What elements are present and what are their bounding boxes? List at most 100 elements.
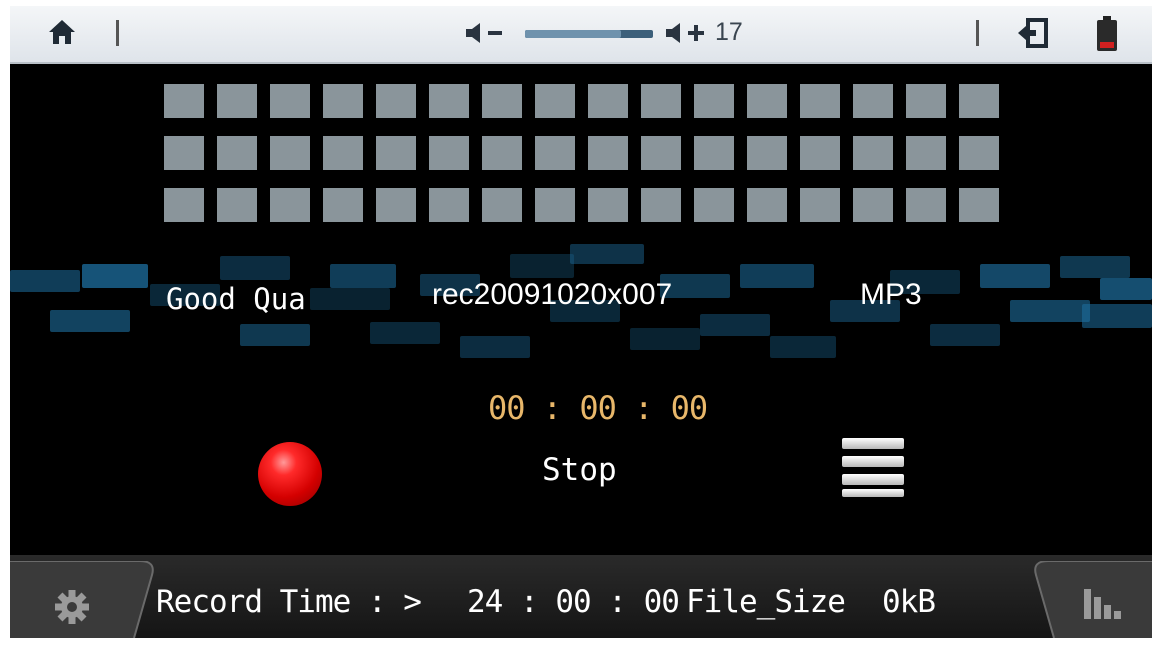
meter-cell — [270, 188, 310, 222]
decorative-tile — [570, 244, 644, 264]
meter-cell — [959, 188, 999, 222]
meter-cell — [906, 84, 946, 118]
stats-button[interactable] — [1022, 561, 1152, 638]
meter-cell — [800, 136, 840, 170]
meter-cell — [853, 136, 893, 170]
stop-button[interactable]: Stop — [542, 452, 617, 488]
decorative-tile — [460, 336, 530, 358]
decorative-tile — [700, 314, 770, 336]
meter-cell — [164, 136, 204, 170]
decorative-tile — [630, 328, 700, 350]
decorative-tile — [740, 264, 814, 288]
meter-cell — [217, 84, 257, 118]
meter-cell — [588, 84, 628, 118]
meter-cell — [906, 188, 946, 222]
menu-button[interactable] — [842, 438, 906, 502]
meter-cell — [747, 188, 787, 222]
status-separator — [976, 20, 979, 46]
decorative-tile — [1060, 256, 1130, 278]
meter-cell — [429, 84, 469, 118]
recorder-screen: 17 Good Qua rec20091020x007 MP3 00 : 00 … — [10, 6, 1152, 638]
volume-level: 17 — [715, 18, 743, 46]
decorative-tile — [1010, 300, 1090, 322]
meter-cell — [323, 84, 363, 118]
format-label[interactable]: MP3 — [860, 278, 922, 312]
meter-cell — [588, 188, 628, 222]
meter-cell — [641, 188, 681, 222]
meter-cell — [906, 136, 946, 170]
menu-icon-bar — [842, 489, 904, 497]
decorative-tile — [510, 254, 574, 278]
bottom-bar: Record Time : > 24 : 00 : 00 File_Size 0… — [10, 555, 1152, 638]
meter-cell — [747, 84, 787, 118]
decorative-tile — [980, 264, 1050, 288]
meter-cell — [376, 136, 416, 170]
meter-cell — [853, 84, 893, 118]
meter-cell — [429, 136, 469, 170]
decorative-tile — [1100, 278, 1152, 300]
meter-cell — [641, 84, 681, 118]
volume-slider-fill — [525, 30, 621, 38]
decorative-tile — [1082, 304, 1152, 328]
meter-cell — [535, 136, 575, 170]
meter-cell — [959, 84, 999, 118]
decorative-tile — [10, 270, 80, 292]
home-icon[interactable] — [47, 18, 77, 46]
settings-button[interactable] — [10, 561, 162, 638]
meter-cell — [323, 136, 363, 170]
decorative-tile — [240, 324, 310, 346]
meter-cell — [482, 84, 522, 118]
meter-cell — [800, 84, 840, 118]
quality-label[interactable]: Good Qua — [166, 282, 306, 316]
meter-cell — [429, 188, 469, 222]
decorative-tile — [82, 264, 148, 288]
meter-cell — [694, 84, 734, 118]
meter-cell — [482, 136, 522, 170]
file-name: rec20091020x007 — [432, 278, 673, 311]
volume-up-icon[interactable] — [662, 22, 714, 44]
meter-cell — [535, 188, 575, 222]
meter-cell — [641, 136, 681, 170]
level-meter — [164, 84, 1004, 224]
elapsed-timer: 00 : 00 : 00 — [488, 389, 708, 427]
file-size-value: 0kB — [882, 584, 936, 620]
meter-cell — [482, 188, 522, 222]
meter-cell — [164, 84, 204, 118]
meter-cell — [164, 188, 204, 222]
meter-cell — [270, 136, 310, 170]
decorative-tile — [50, 310, 130, 332]
status-bar: 17 — [10, 6, 1152, 64]
volume-slider[interactable] — [525, 30, 653, 38]
record-time-value: 24 : 00 : 00 — [467, 584, 680, 620]
meter-cell — [959, 136, 999, 170]
status-separator — [116, 20, 119, 46]
decorative-tile — [330, 264, 396, 288]
meter-cell — [535, 84, 575, 118]
volume-down-icon[interactable] — [462, 22, 508, 44]
menu-icon-bar — [842, 438, 904, 449]
meter-cell — [270, 84, 310, 118]
meter-cell — [747, 136, 787, 170]
decorative-tile — [220, 256, 290, 280]
meter-cell — [588, 136, 628, 170]
file-size-label: File_Size — [686, 584, 846, 620]
record-button[interactable] — [258, 442, 322, 506]
gear-icon — [55, 590, 89, 624]
meter-cell — [376, 84, 416, 118]
meter-cell — [694, 136, 734, 170]
meter-cell — [853, 188, 893, 222]
meter-cell — [217, 188, 257, 222]
decorative-tile — [310, 288, 390, 310]
meter-cell — [217, 136, 257, 170]
record-time-label: Record Time : > — [156, 584, 422, 620]
decorative-tile — [770, 336, 836, 358]
meter-cell — [376, 188, 416, 222]
meter-cell — [800, 188, 840, 222]
exit-icon[interactable] — [1016, 17, 1050, 49]
decorative-tile — [370, 322, 440, 344]
decorative-tile — [930, 324, 1000, 346]
meter-cell — [694, 188, 734, 222]
menu-icon-bar — [842, 456, 904, 467]
menu-icon-bar — [842, 474, 904, 485]
meter-cell — [323, 188, 363, 222]
